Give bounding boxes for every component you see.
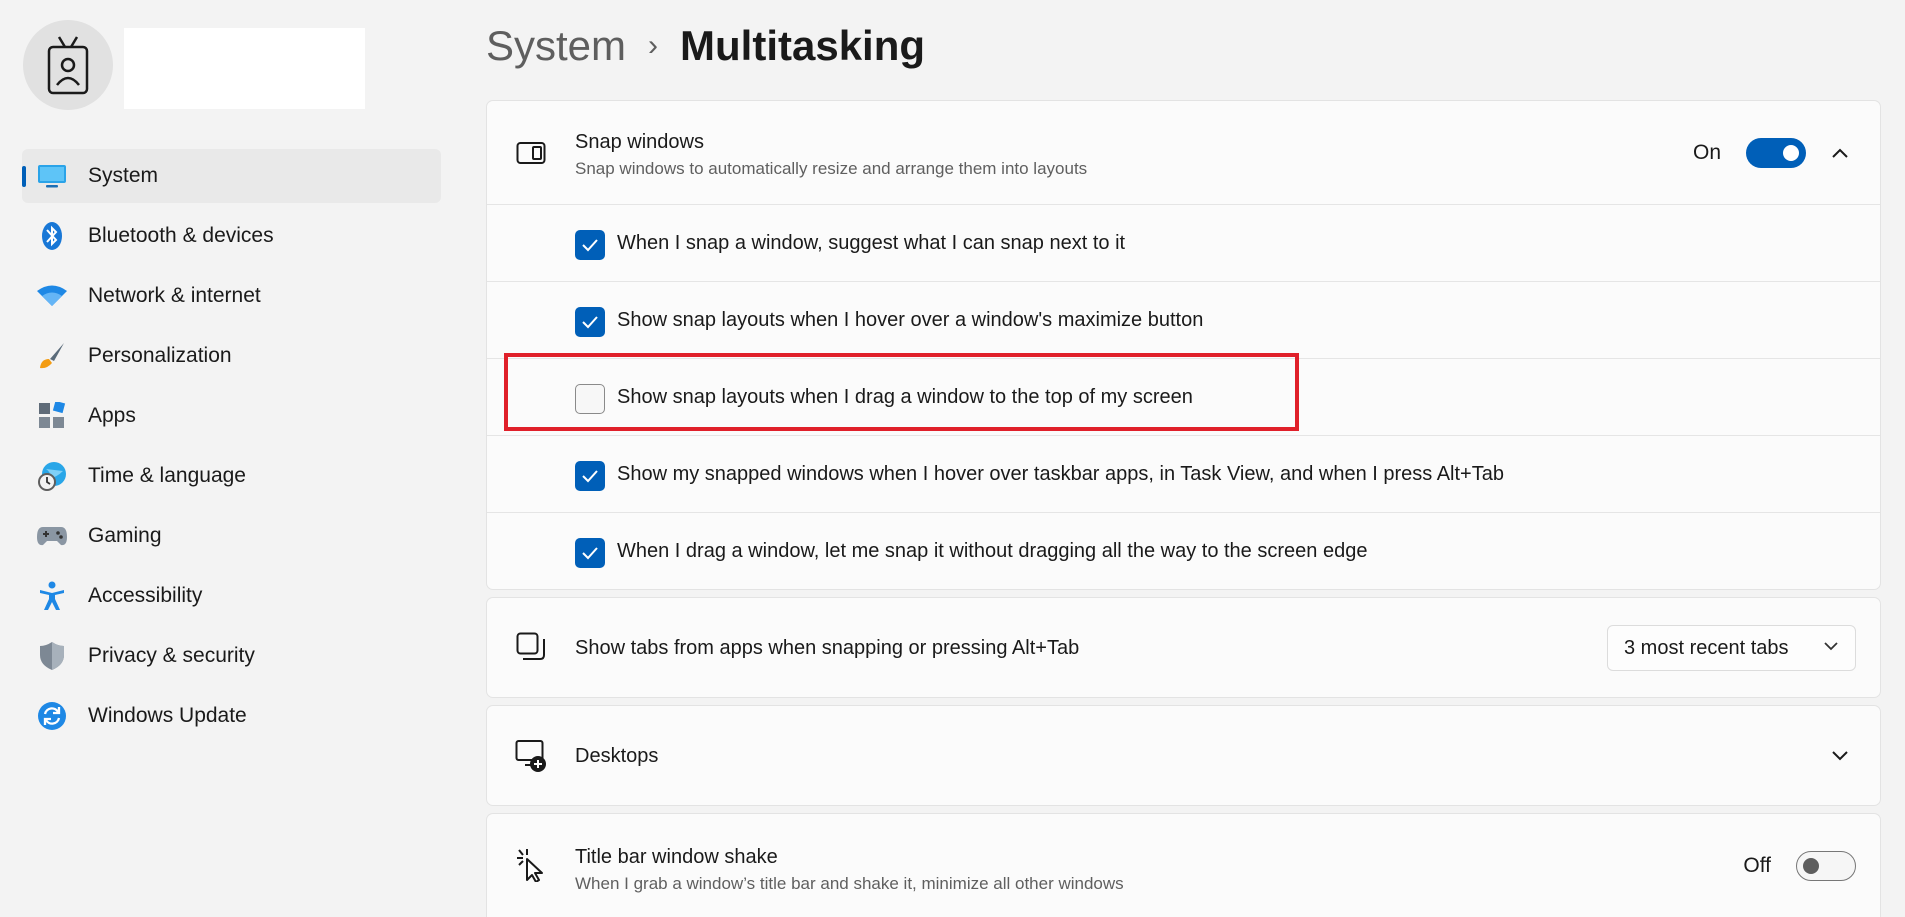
sidebar-item-network[interactable]: Network & internet [22, 269, 441, 323]
snap-option-row: Show snap layouts when I drag a window t… [487, 358, 1880, 435]
shake-cursor-icon [515, 849, 547, 882]
checkmark-icon [582, 239, 598, 252]
chevron-up-icon [1832, 148, 1848, 158]
breadcrumb-parent[interactable]: System [486, 22, 626, 70]
title-bar-shake-text: Title bar window shake When I grab a win… [575, 846, 1124, 894]
snap-option-checkbox[interactable] [575, 538, 605, 568]
gamepad-icon [36, 520, 68, 552]
breadcrumb-separator: › [648, 29, 659, 62]
avatar[interactable] [23, 20, 113, 110]
checkmark-icon [582, 470, 598, 483]
alt-tab-dropdown[interactable]: 3 most recent tabs [1607, 625, 1856, 671]
snap-windows-subtitle: Snap windows to automatically resize and… [575, 159, 1088, 178]
sidebar-item-label: Personalization [88, 344, 232, 367]
title-bar-shake-title: Title bar window shake [575, 846, 778, 868]
sidebar-item-time-language[interactable]: Time & language [22, 449, 441, 503]
chevron-down-icon [1832, 751, 1848, 761]
snap-windows-text: Snap windows Snap windows to automatical… [575, 131, 1087, 179]
snap-option-checkbox[interactable] [575, 384, 605, 414]
sidebar-item-apps[interactable]: Apps [22, 389, 441, 443]
settings-window: System Bluetooth & devices Network & int… [0, 0, 1905, 917]
title-bar-shake-toggle[interactable] [1796, 851, 1856, 881]
sidebar: System Bluetooth & devices Network & int… [0, 0, 470, 917]
collapse-button[interactable] [1824, 137, 1856, 169]
main-content: System › Multitasking Snap windows Snap … [486, 0, 1881, 917]
tabs-icon [515, 632, 547, 664]
sidebar-item-label: Time & language [88, 464, 246, 487]
snap-windows-controls: On [1693, 137, 1856, 169]
sidebar-item-accessibility[interactable]: Accessibility [22, 569, 441, 623]
snap-option-label: When I drag a window, let me snap it wit… [617, 540, 1368, 562]
globe-clock-icon [36, 460, 68, 492]
toggle-knob [1783, 145, 1799, 161]
checkmark-icon [582, 547, 598, 560]
snap-option-label: Show my snapped windows when I hover ove… [617, 463, 1504, 485]
page-title: Multitasking [680, 22, 926, 69]
snap-option-label: Show snap layouts when I drag a window t… [617, 386, 1193, 408]
sidebar-item-label: Windows Update [88, 704, 247, 727]
title-bar-shake-card: Title bar window shake When I grab a win… [486, 813, 1881, 917]
snap-option-checkbox[interactable] [575, 307, 605, 337]
alt-tab-controls: 3 most recent tabs [1607, 625, 1856, 671]
sidebar-item-label: Bluetooth & devices [88, 224, 274, 247]
brush-icon [36, 340, 68, 372]
dropdown-selected-value: 3 most recent tabs [1624, 636, 1789, 659]
checkmark-icon [582, 316, 598, 329]
expand-button[interactable] [1824, 740, 1856, 772]
snap-option-row: Show my snapped windows when I hover ove… [487, 435, 1880, 512]
sidebar-item-windows-update[interactable]: Windows Update [22, 689, 441, 743]
snap-option-row: Show snap layouts when I hover over a wi… [487, 281, 1880, 358]
title-bar-shake-controls: Off [1743, 851, 1856, 881]
snap-windows-state-label: On [1692, 141, 1721, 164]
sidebar-item-label: Network & internet [88, 284, 261, 307]
snap-option-row: When I snap a window, suggest what I can… [487, 204, 1880, 281]
sidebar-item-label: Accessibility [88, 584, 203, 607]
sidebar-nav: System Bluetooth & devices Network & int… [22, 149, 441, 749]
title-bar-shake-row: Title bar window shake When I grab a win… [487, 814, 1880, 917]
snap-option-label: Show snap layouts when I hover over a wi… [617, 309, 1204, 331]
sidebar-item-personalization[interactable]: Personalization [22, 329, 441, 383]
snap-window-icon [515, 137, 547, 169]
user-badge-icon [47, 36, 89, 95]
snap-windows-toggle[interactable] [1746, 138, 1806, 168]
snap-windows-header-row[interactable]: Snap windows Snap windows to automatical… [487, 101, 1880, 204]
alt-tab-card: Show tabs from apps when snapping or pre… [486, 597, 1881, 698]
sidebar-item-label: Gaming [88, 524, 162, 547]
snap-option-checkbox[interactable] [575, 230, 605, 260]
sidebar-item-bluetooth[interactable]: Bluetooth & devices [22, 209, 441, 263]
snap-option-checkbox[interactable] [575, 461, 605, 491]
wifi-icon [36, 280, 68, 312]
title-bar-shake-state-label: Off [1743, 854, 1771, 877]
chevron-down-icon [1824, 642, 1838, 651]
sidebar-item-system[interactable]: System [22, 149, 441, 203]
snap-windows-title: Snap windows [575, 131, 704, 153]
snap-windows-card: Snap windows Snap windows to automatical… [486, 100, 1881, 590]
title-bar-shake-subtitle: When I grab a window’s title bar and sha… [575, 874, 1124, 893]
desktops-text: Desktops [575, 745, 658, 768]
desktops-card: Desktops [486, 705, 1881, 806]
sidebar-item-label: System [88, 164, 159, 187]
alt-tab-row: Show tabs from apps when snapping or pre… [487, 598, 1880, 699]
snap-option-label: When I snap a window, suggest what I can… [617, 232, 1126, 254]
desktops-controls [1806, 740, 1856, 772]
desktops-row[interactable]: Desktops [487, 706, 1880, 807]
monitor-icon [36, 160, 68, 192]
sidebar-item-label: Apps [88, 404, 136, 427]
apps-icon [36, 400, 68, 432]
sidebar-item-label: Privacy & security [88, 644, 255, 667]
shield-icon [36, 640, 68, 672]
alt-tab-title: Show tabs from apps when snapping or pre… [575, 637, 1080, 659]
desktops-title: Desktops [575, 745, 659, 767]
account-name-box [124, 28, 365, 109]
update-icon [36, 700, 68, 732]
toggle-knob [1803, 858, 1819, 874]
sidebar-item-gaming[interactable]: Gaming [22, 509, 441, 563]
desktop-add-icon [515, 740, 547, 772]
accessibility-icon [36, 580, 68, 612]
breadcrumb: System › Multitasking [486, 18, 925, 74]
bluetooth-icon [36, 220, 68, 252]
snap-option-row: When I drag a window, let me snap it wit… [487, 512, 1880, 589]
sidebar-item-privacy-security[interactable]: Privacy & security [22, 629, 441, 683]
alt-tab-text: Show tabs from apps when snapping or pre… [575, 637, 1079, 660]
